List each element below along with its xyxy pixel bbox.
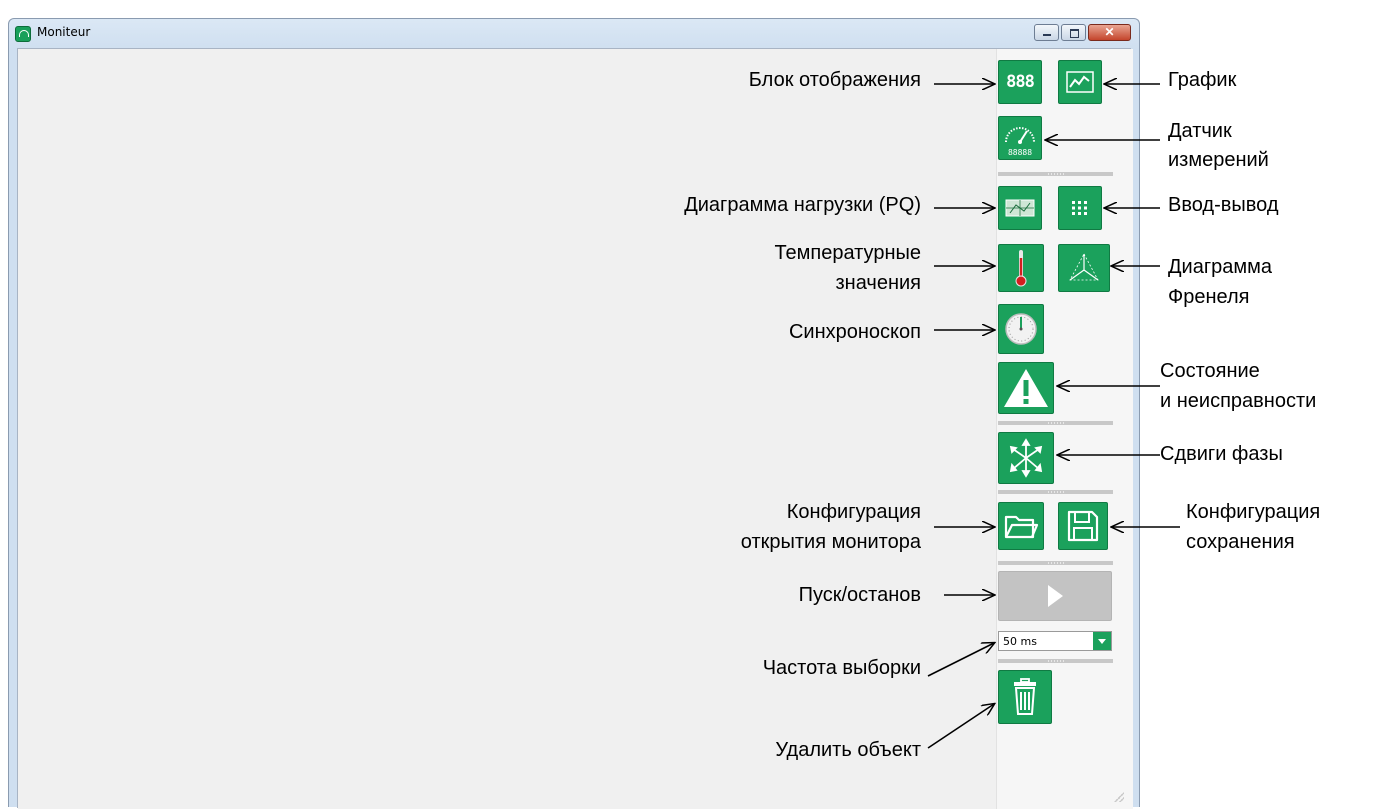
pq-diagram-icon: [1005, 199, 1035, 217]
trash-icon: [1014, 678, 1036, 715]
gauge-button[interactable]: 88888: [998, 116, 1042, 160]
label-open-config-line1: Конфигурация: [786, 501, 921, 523]
floppy-disk-icon: [1067, 510, 1099, 542]
label-sampling-rate: Частота выборки: [762, 657, 921, 679]
label-gauge-line1: Датчик: [1168, 120, 1232, 142]
label-chart: График: [1168, 69, 1237, 91]
label-status-line1: Состояние: [1160, 360, 1260, 382]
window-title: Moniteur: [37, 25, 91, 39]
phase-vectors-icon: [1009, 438, 1043, 478]
label-synchroscope: Синхроноскоп: [788, 321, 921, 343]
separator: [998, 172, 1113, 176]
clock-dial-icon: [1005, 313, 1037, 345]
label-fresnel-line1: Диаграмма: [1168, 256, 1273, 278]
pq-diagram-button[interactable]: [998, 186, 1042, 230]
synchroscope-button[interactable]: [998, 304, 1044, 354]
label-fresnel-line2: Френеля: [1168, 286, 1250, 308]
display-block-button[interactable]: 888: [998, 60, 1042, 104]
save-config-button[interactable]: [1058, 502, 1108, 550]
monitor-window: Moniteur: [8, 18, 1140, 809]
separator: [998, 659, 1113, 663]
gauge-digits: 88888: [1008, 148, 1032, 157]
maximize-button[interactable]: [1061, 24, 1086, 41]
delete-object-button[interactable]: [998, 670, 1052, 724]
gauge-icon: 88888: [1005, 127, 1035, 157]
app-icon: [15, 26, 31, 42]
temperature-button[interactable]: [998, 244, 1044, 292]
chart-button[interactable]: [1058, 60, 1102, 104]
label-temp-line2: значения: [835, 272, 922, 294]
open-config-button[interactable]: [998, 502, 1044, 550]
resize-grip[interactable]: [1114, 792, 1124, 802]
label-start-stop: Пуск/останов: [798, 584, 921, 606]
label-delete-object: Удалить объект: [775, 739, 921, 761]
folder-open-icon: [1004, 515, 1039, 539]
close-button[interactable]: [1088, 24, 1131, 41]
label-open-config-line2: открытия монитора: [740, 531, 921, 553]
monitor-canvas[interactable]: [18, 49, 996, 809]
chart-icon: [1066, 71, 1094, 93]
start-stop-button[interactable]: [998, 571, 1112, 621]
thermometer-icon: [1015, 250, 1027, 287]
label-gauge-line2: измерений: [1168, 149, 1269, 171]
io-button[interactable]: [1058, 186, 1102, 230]
label-save-config-line2: сохранения: [1186, 531, 1295, 553]
play-icon: [1048, 585, 1063, 607]
sampling-rate-select[interactable]: 50 ms: [998, 631, 1112, 651]
fresnel-icon: [1069, 253, 1099, 281]
label-phase-shifts: Сдвиги фазы: [1160, 443, 1283, 465]
separator: [998, 421, 1113, 425]
label-display-block: Блок отображения: [748, 69, 921, 91]
label-status-line2: и неисправности: [1160, 390, 1317, 412]
warning-icon: [1004, 369, 1048, 407]
status-faults-button[interactable]: [998, 362, 1054, 414]
phase-shifts-button[interactable]: [998, 432, 1054, 484]
fresnel-diagram-button[interactable]: [1058, 244, 1110, 292]
chevron-down-icon[interactable]: [1093, 632, 1111, 650]
sampling-rate-value: 50 ms: [1003, 635, 1037, 648]
label-save-config-line1: Конфигурация: [1186, 501, 1321, 523]
minimize-button[interactable]: [1034, 24, 1059, 41]
label-temp-line1: Температурные: [774, 242, 921, 264]
display-block-icon: 888: [1006, 72, 1035, 92]
title-bar[interactable]: Moniteur: [9, 19, 1139, 47]
separator: [998, 561, 1113, 565]
label-pq-diagram: Диаграмма нагрузки (PQ): [684, 194, 921, 216]
io-grid-icon: [1072, 201, 1087, 215]
client-area: [17, 48, 1133, 809]
label-io: Ввод-вывод: [1168, 194, 1279, 216]
separator: [998, 490, 1113, 494]
